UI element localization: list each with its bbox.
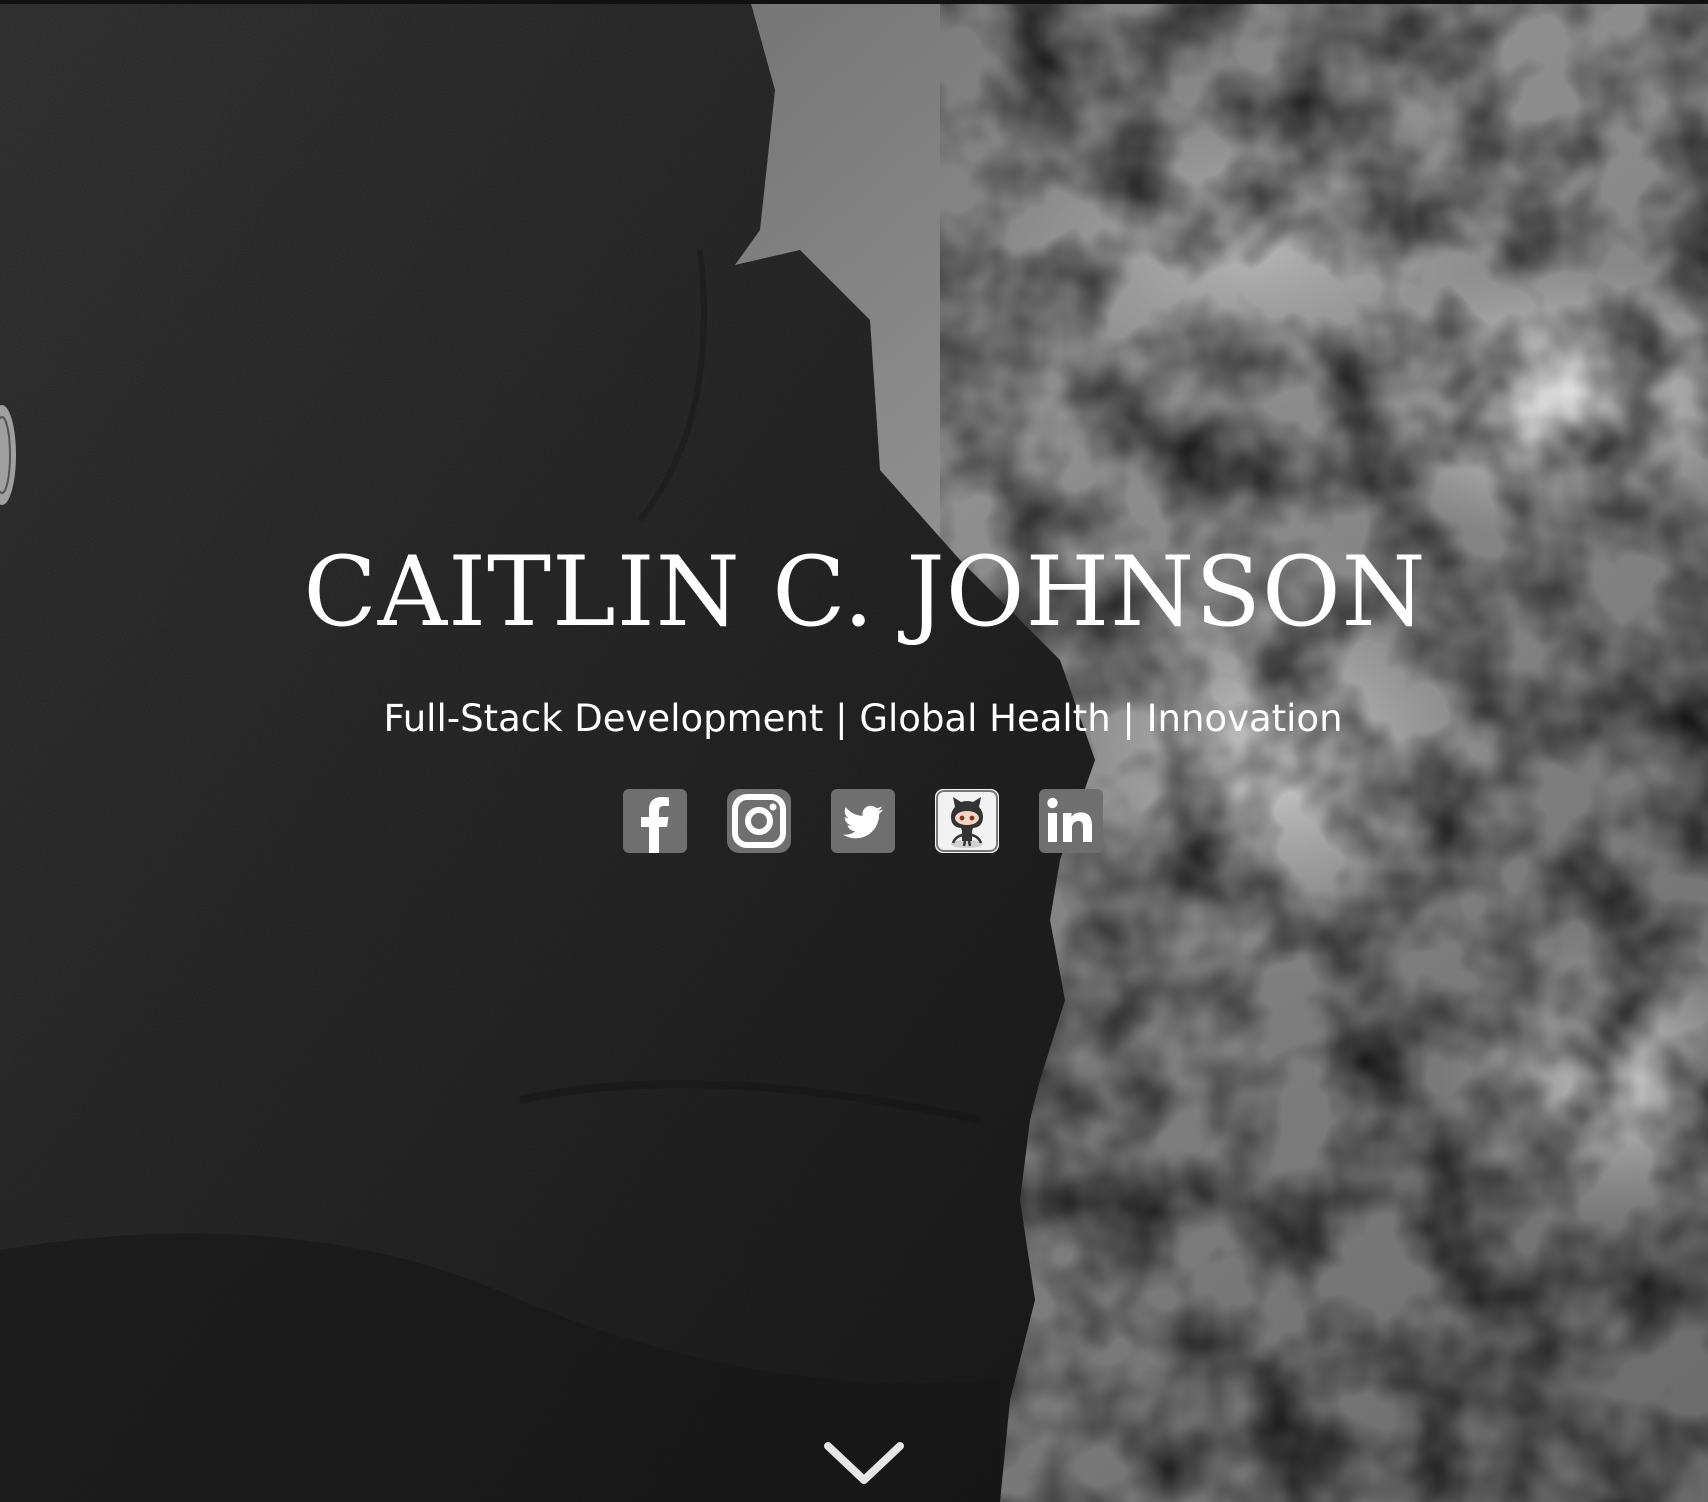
tagline: Full-Stack Development | Global Health |… (383, 697, 1343, 740)
instagram-link[interactable] (727, 789, 791, 853)
linkedin-icon (1039, 789, 1103, 853)
scroll-down-button[interactable] (822, 1438, 906, 1490)
github-link[interactable] (935, 789, 999, 853)
twitter-link[interactable] (831, 789, 895, 853)
social-links (0, 789, 1708, 853)
facebook-link[interactable] (623, 789, 687, 853)
linkedin-link[interactable] (1039, 789, 1103, 853)
chevron-down-icon (824, 1442, 904, 1484)
hero-section: CAITLIN C. JOHNSON Full-Stack Developmen… (0, 0, 1708, 1502)
site-title: CAITLIN C. JOHNSON (303, 536, 1427, 648)
instagram-icon (727, 789, 791, 853)
github-octocat-icon (935, 789, 999, 853)
twitter-icon (831, 789, 895, 853)
hero-content: CAITLIN C. JOHNSON Full-Stack Developmen… (0, 0, 1708, 1502)
facebook-icon (623, 789, 687, 853)
